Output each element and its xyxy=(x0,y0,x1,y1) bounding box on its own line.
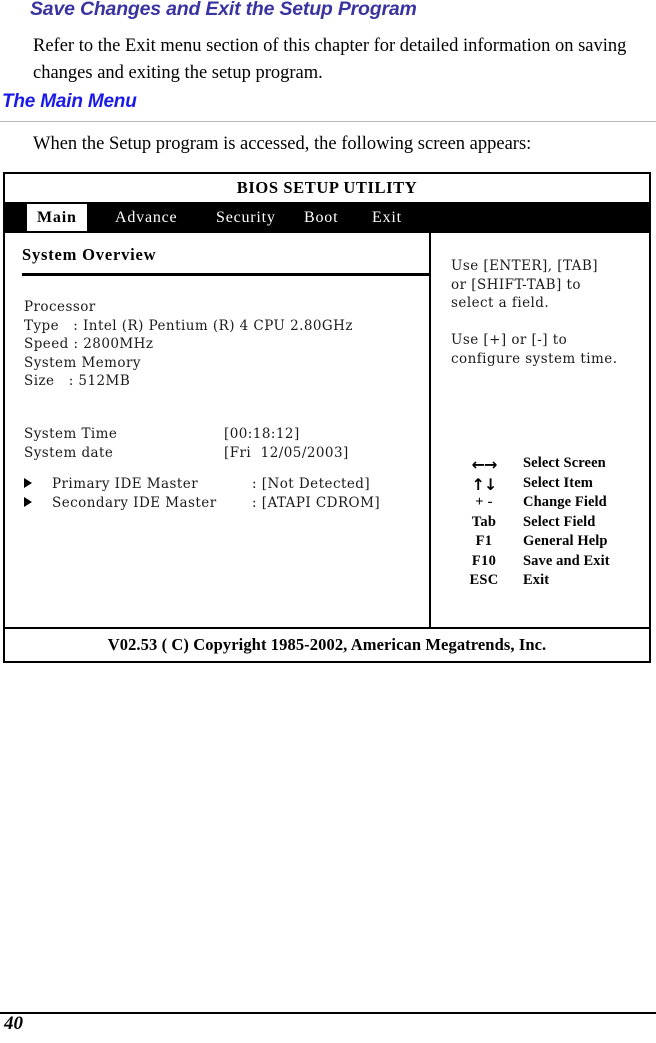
system-time-label: System Time xyxy=(24,426,118,442)
page-heading-save-changes: Save Changes and Exit the Setup Program xyxy=(30,0,417,20)
plus-minus-key-icon: + - xyxy=(475,494,493,510)
bios-body: System Overview Processor Type : Intel (… xyxy=(5,233,649,627)
help-text: Use [ENTER], [TAB] or [SHIFT-TAB] to sel… xyxy=(451,258,618,367)
paragraph-setup-screen-intro: When the Setup program is accessed, the … xyxy=(33,134,532,154)
bios-main-panel: System Overview Processor Type : Intel (… xyxy=(5,233,431,627)
legend-desc-general-help: General Help xyxy=(523,533,608,549)
triangle-right-icon xyxy=(24,497,32,507)
paragraph-exit-menu-info: Refer to the Exit menu section of this c… xyxy=(33,36,627,83)
bios-title-bar: BIOS SETUP UTILITY xyxy=(5,174,649,204)
page-number: 40 xyxy=(4,1013,23,1034)
tab-key-icon: Tab xyxy=(471,513,497,530)
tab-boot[interactable]: Boot xyxy=(298,204,344,231)
bios-copyright-footer: V02.53 ( C) Copyright 1985-2002, America… xyxy=(5,627,649,661)
legend-desc-exit: Exit xyxy=(523,572,550,588)
secondary-ide-master-value[interactable]: : [ATAPI CDROM] xyxy=(252,494,380,513)
primary-ide-master-label: Primary IDE Master xyxy=(52,476,199,492)
bios-tab-bar: Main Advance Security Boot Exit xyxy=(5,204,649,233)
secondary-ide-master-label: Secondary IDE Master xyxy=(52,495,217,511)
document-page: Save Changes and Exit the Setup Program … xyxy=(0,0,656,1043)
legend-desc-change-field: Change Field xyxy=(523,494,607,510)
legend-desc-save-and-exit: Save and Exit xyxy=(523,552,610,569)
system-date-label: System date xyxy=(24,444,114,461)
legend-desc-select-item: Select Item xyxy=(523,474,593,491)
legend-desc-select-screen: Select Screen xyxy=(523,455,606,471)
tab-main[interactable]: Main xyxy=(27,204,87,231)
f10-key-icon: F10 xyxy=(471,552,497,569)
processor-info-block: Processor Type : Intel (R) Pentium (R) 4… xyxy=(24,299,353,389)
esc-key-icon: ESC xyxy=(469,572,499,588)
bios-setup-screen: BIOS SETUP UTILITY Main Advance Security… xyxy=(3,172,651,663)
system-overview-underline xyxy=(22,273,429,276)
legend-desc-select-field: Select Field xyxy=(523,513,596,530)
bios-help-panel: Use [ENTER], [TAB] or [SHIFT-TAB] to sel… xyxy=(431,233,649,627)
f1-key-icon: F1 xyxy=(475,533,493,549)
primary-ide-master-value[interactable]: : [Not Detected] xyxy=(252,475,370,494)
left-right-arrow-icon: ←→ xyxy=(471,455,498,474)
system-overview-heading: System Overview xyxy=(22,245,157,264)
system-date-value[interactable]: [Fri 12/05/2003] xyxy=(224,444,349,463)
horizontal-rule xyxy=(0,121,656,122)
page-heading-the-main-menu: The Main Menu xyxy=(2,91,137,112)
tab-exit[interactable]: Exit xyxy=(366,204,408,231)
up-down-arrow-icon: ↑↓ xyxy=(471,474,498,494)
system-time-value[interactable]: [00:18:12] xyxy=(224,425,300,444)
triangle-right-icon xyxy=(24,478,32,488)
page-footer-rule xyxy=(0,1012,656,1014)
tab-security[interactable]: Security xyxy=(210,204,282,231)
tab-advance[interactable]: Advance xyxy=(109,204,183,231)
